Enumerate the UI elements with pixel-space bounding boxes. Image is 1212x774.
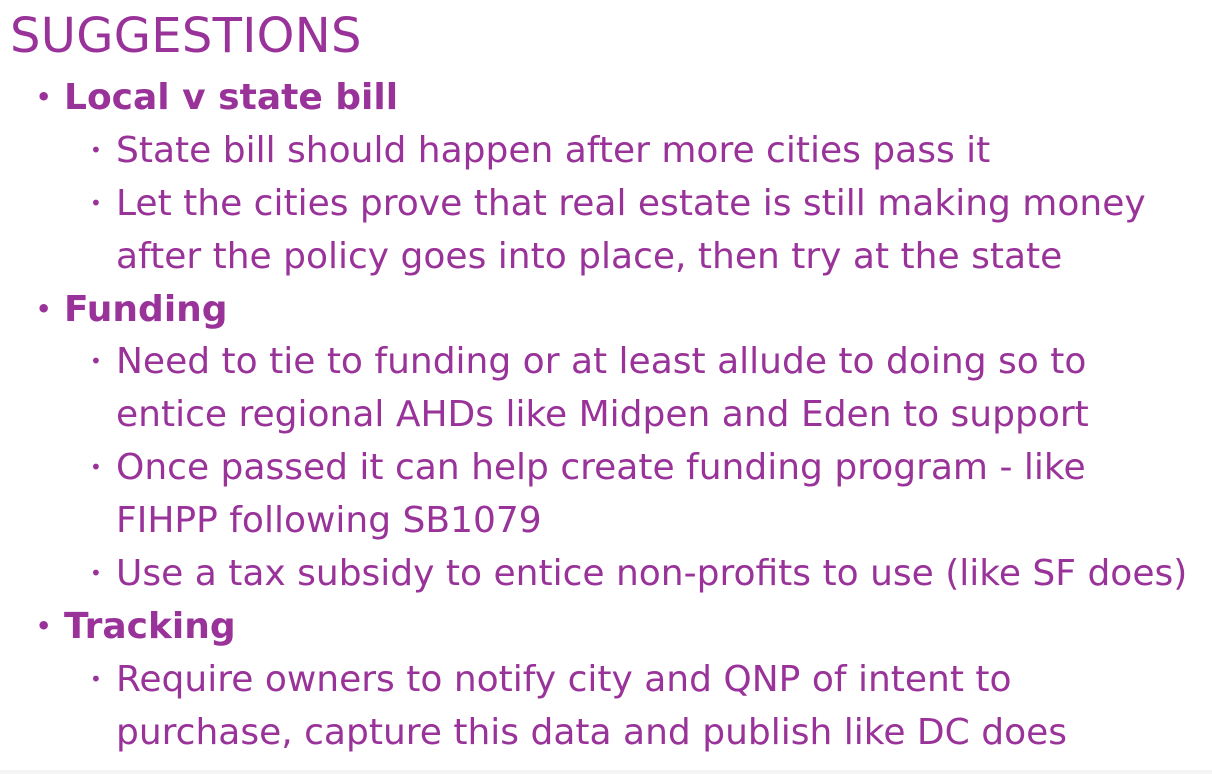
bullet-icon: •: [90, 138, 102, 162]
list-item-text-continued: purchase, capture this data and publish …: [116, 712, 1067, 753]
bullet-icon: •: [90, 191, 102, 215]
list-item-text: Use a tax subsidy to entice non-profits …: [116, 553, 1188, 594]
bottom-edge-shade: [0, 770, 1212, 774]
bullet-icon: •: [90, 667, 102, 691]
bullet-icon: •: [36, 83, 52, 111]
section-heading-text: Local v state bill: [64, 77, 399, 118]
list-item-text: Once passed it can help create funding p…: [116, 447, 1086, 488]
list-item: • Use a tax subsidy to entice non-profits…: [90, 556, 1187, 592]
bullet-icon: •: [36, 295, 52, 323]
section-heading-funding: • Funding: [36, 292, 228, 328]
list-item-text-continued: FIHPP following SB1079: [116, 500, 542, 541]
list-item-text: Let the cities prove that real estate is…: [116, 183, 1146, 224]
list-item-text-continued: entice regional AHDs like Midpen and Ede…: [116, 394, 1089, 435]
list-item: • State bill should happen after more cit…: [90, 133, 990, 169]
bullet-icon: •: [36, 612, 52, 640]
section-heading-text: Funding: [64, 289, 228, 330]
section-heading-text: Tracking: [64, 606, 236, 647]
list-item: • Let the cities prove that real estate i…: [90, 183, 1146, 275]
list-item-text: Require owners to notify city and QNP of…: [116, 659, 1012, 700]
list-item-text: State bill should happen after more citi…: [116, 130, 991, 171]
list-item-text: Need to tie to funding or at least allud…: [116, 341, 1087, 382]
list-item: • Once passed it can help create funding …: [90, 447, 1086, 539]
section-heading-local-v-state-bill: • Local v state bill: [36, 80, 398, 116]
list-item: • Require owners to notify city and QNP o…: [90, 659, 1067, 751]
slide: SUGGESTIONS • Local v state bill • State b…: [0, 0, 1212, 774]
bullet-icon: •: [90, 455, 102, 479]
list-item: • Need to tie to funding or at least allu…: [90, 341, 1089, 433]
bullet-icon: •: [90, 561, 102, 585]
bullet-icon: •: [90, 349, 102, 373]
slide-title: SUGGESTIONS: [10, 8, 362, 64]
section-heading-tracking: • Tracking: [36, 609, 236, 645]
list-item-text-continued: after the policy goes into place, then t…: [116, 236, 1063, 277]
